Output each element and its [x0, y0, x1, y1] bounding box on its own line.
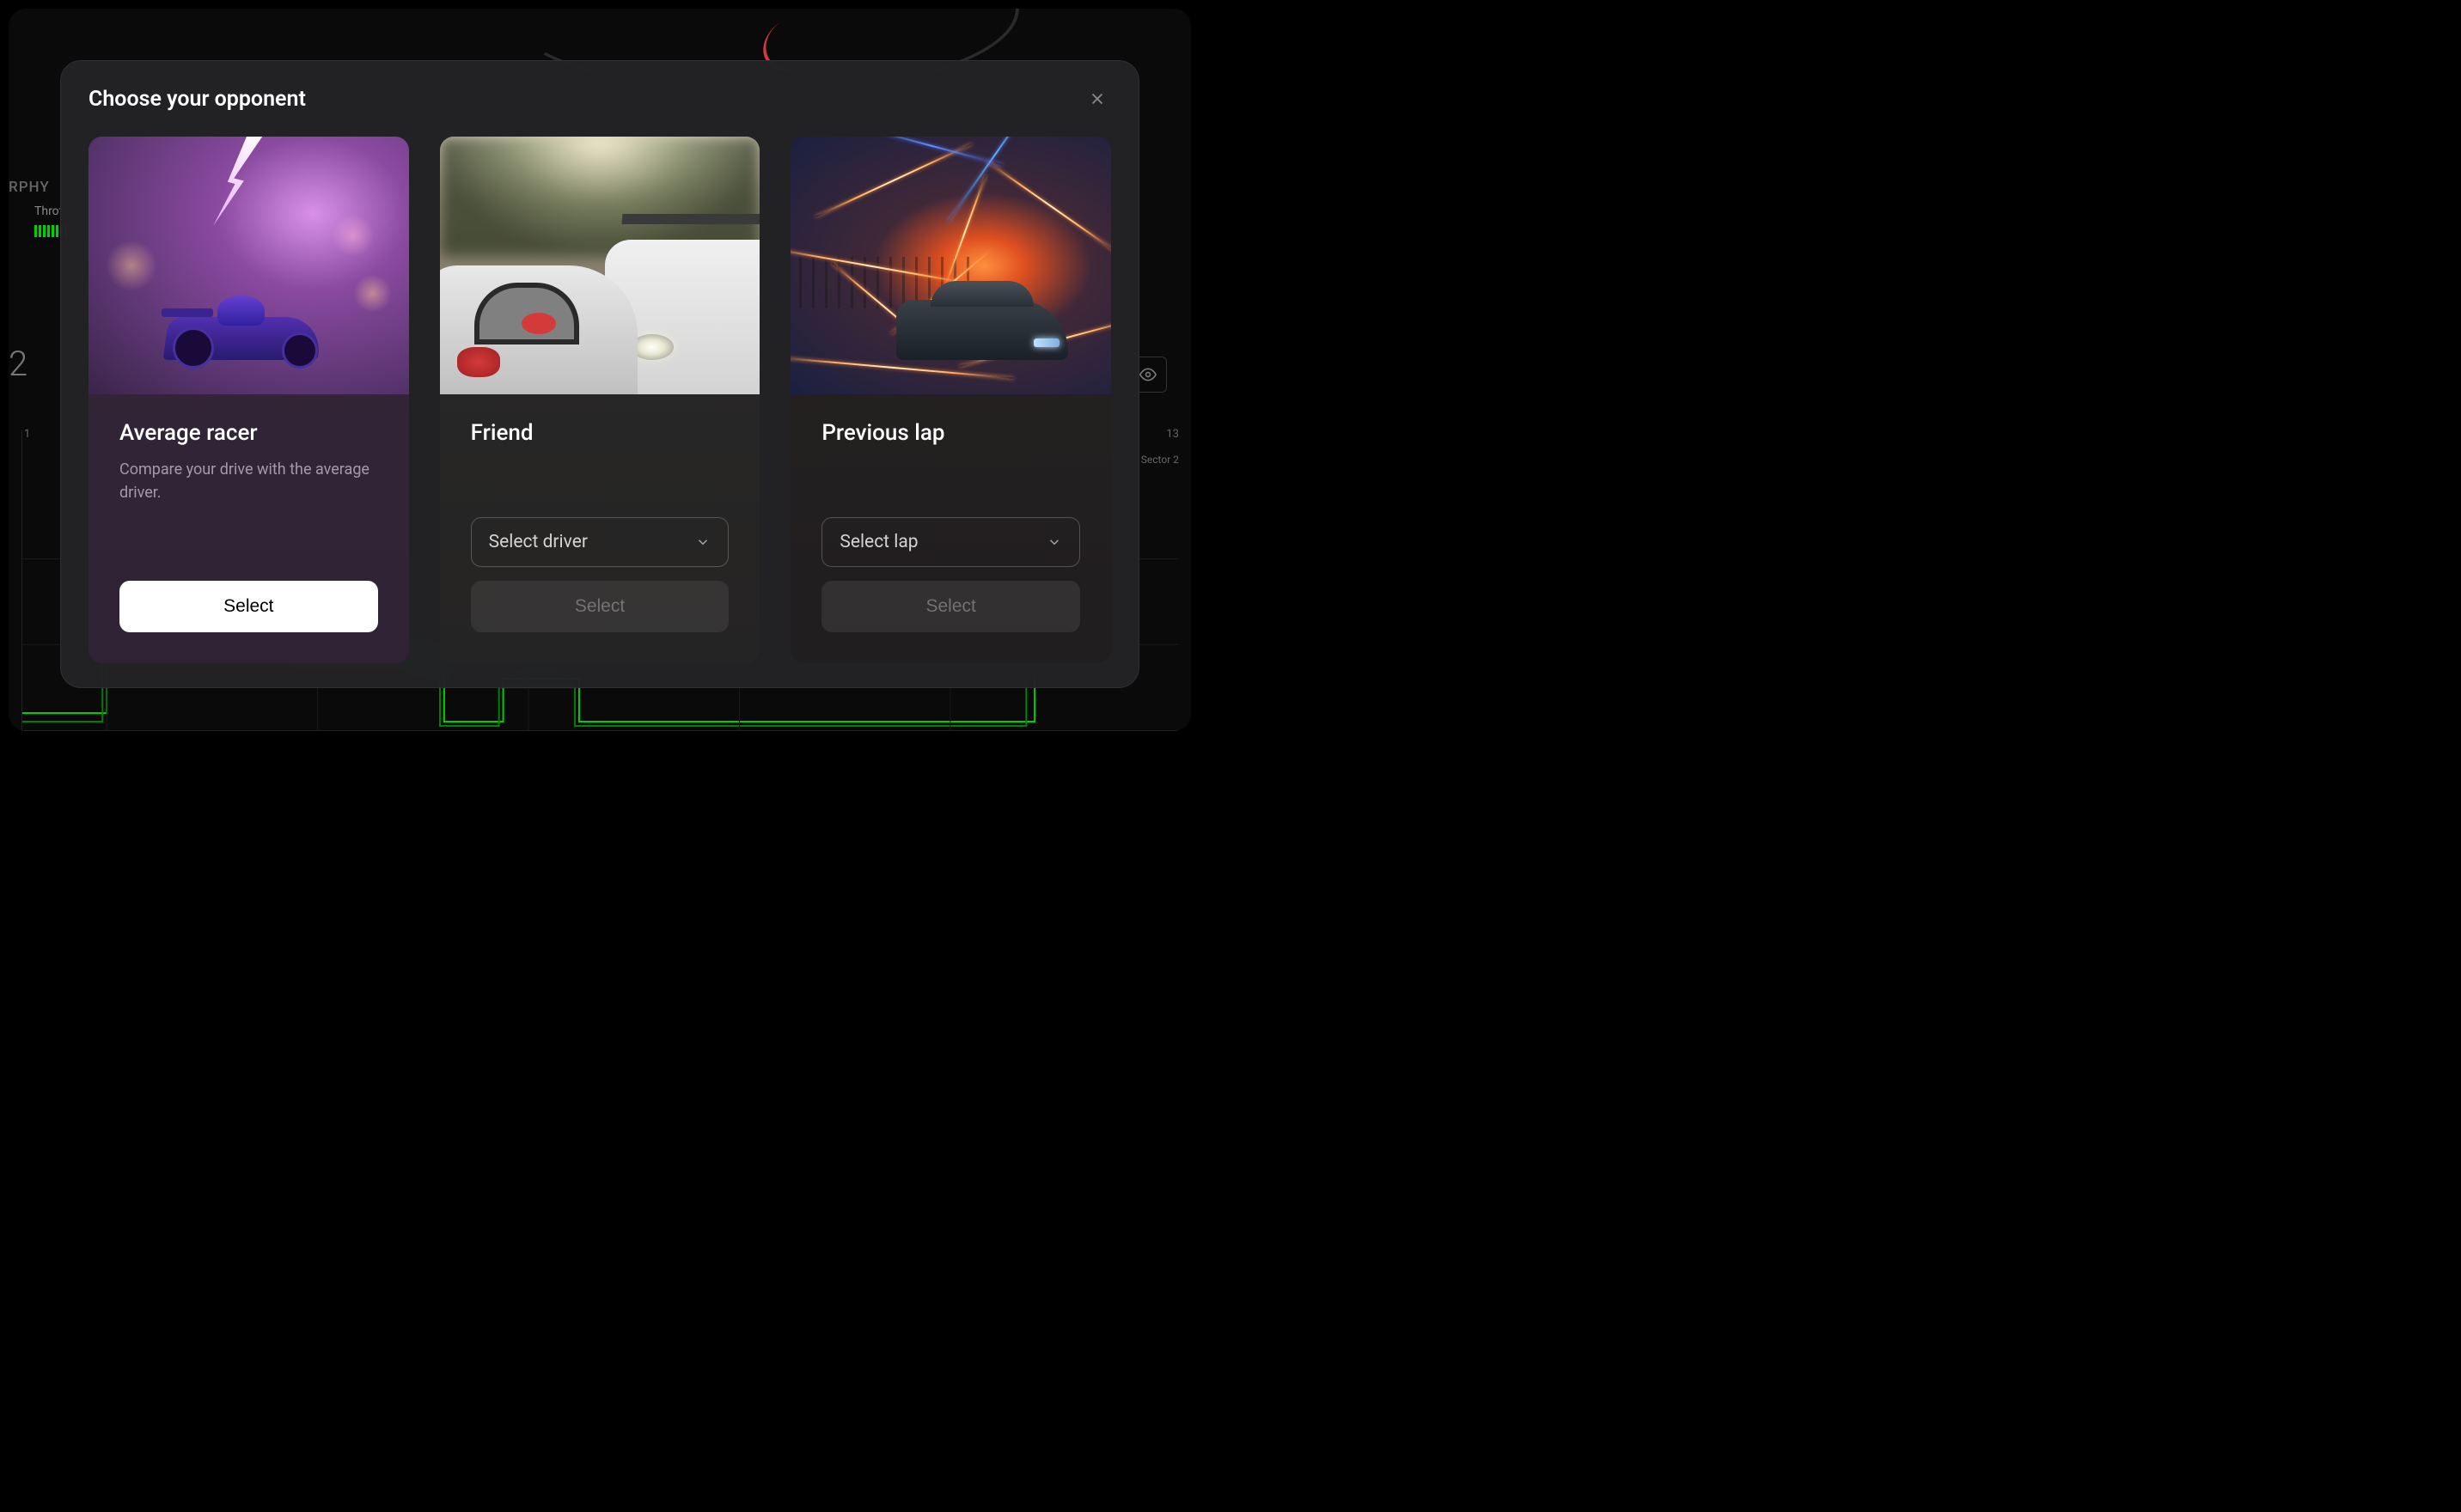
- eye-icon: [1139, 366, 1157, 383]
- bg-number-partial: 2: [9, 344, 27, 384]
- dropdown-label: Select lap: [840, 532, 918, 552]
- modal-header: Choose your opponent: [89, 85, 1111, 113]
- chevron-down-icon: [1047, 534, 1062, 550]
- dropdown-label: Select driver: [489, 532, 588, 552]
- card-description: Compare your drive with the average driv…: [119, 458, 378, 504]
- select-button-average-racer[interactable]: Select: [119, 581, 378, 632]
- choose-opponent-modal: Choose your opponent Avera: [60, 60, 1139, 688]
- modal-title: Choose your opponent: [89, 87, 306, 112]
- chevron-down-icon: [695, 534, 711, 550]
- opponent-card-friend: Friend Select driver Select: [440, 137, 760, 663]
- select-button-friend[interactable]: Select: [471, 581, 730, 632]
- opponent-card-previous-lap: Previous lap Select lap Select: [791, 137, 1111, 663]
- card-image-friend: [440, 137, 760, 394]
- bg-throttle-label: Throt: [34, 204, 63, 218]
- opponent-card-average-racer: Average racer Compare your drive with th…: [89, 137, 409, 663]
- card-title: Friend: [471, 420, 730, 446]
- opponent-cards-container: Average racer Compare your drive with th…: [89, 137, 1111, 663]
- card-image-previous-lap: [791, 137, 1111, 394]
- select-lap-dropdown[interactable]: Select lap: [821, 517, 1080, 567]
- close-button[interactable]: [1084, 85, 1111, 113]
- card-title: Previous lap: [821, 420, 1080, 446]
- select-button-previous-lap[interactable]: Select: [821, 581, 1080, 632]
- card-title: Average racer: [119, 420, 378, 446]
- card-image-average-racer: [89, 137, 409, 394]
- select-driver-dropdown[interactable]: Select driver: [471, 517, 730, 567]
- close-icon: [1088, 89, 1107, 108]
- bg-label-partial: RPHY: [9, 179, 50, 196]
